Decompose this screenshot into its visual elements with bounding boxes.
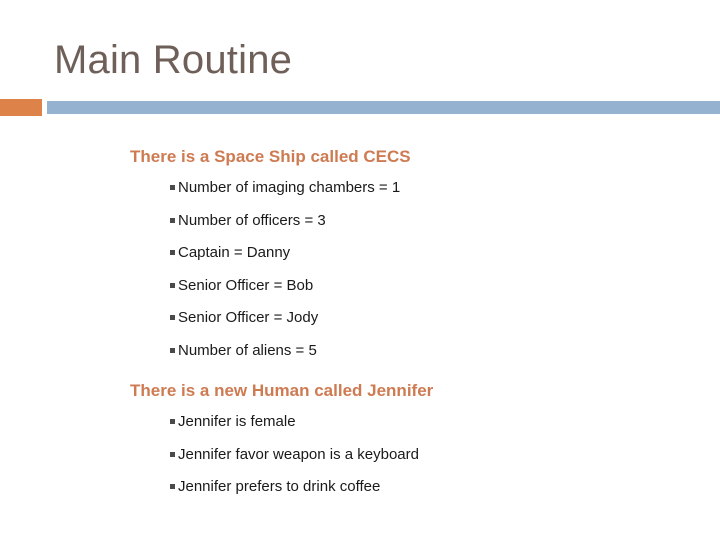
list-item: Senior Officer = Jody [0,302,720,335]
page-title: Main Routine [54,38,293,82]
square-bullet-icon [170,270,177,303]
title-divider-bar [47,101,720,114]
square-bullet-icon [170,335,177,368]
square-bullet-icon [170,406,177,439]
square-bullet-icon [170,302,177,335]
content-group-spaceship: There is a Space Ship called CECS Number… [0,142,720,367]
title-accent-bar [0,99,42,116]
square-bullet-icon [170,237,177,270]
slide: Main Routine There is a Space Ship calle… [0,0,720,540]
square-bullet-icon [170,205,177,238]
list-item-label: Jennifer favor weapon is a keyboard [178,445,419,463]
list-item-label: Captain = Danny [178,244,291,261]
square-bullet-icon [170,471,177,504]
list-item-label: Jennifer prefers to drink coffee [178,478,381,495]
list-item-label: Number of officers = 3 [178,211,326,229]
square-bullet-icon [170,439,177,472]
slide-body: There is a Space Ship called CECS Number… [0,142,720,504]
list-item: Number of aliens = 5 [0,335,720,368]
list-item: Senior Officer = Bob [0,270,720,303]
list-item-label: Senior Officer = Bob [178,276,314,294]
list-item: Number of imaging chambers = 1 [0,172,720,205]
list-item: Jennifer favor weapon is a keyboard [0,439,720,472]
list-item-label: Senior Officer = Jody [178,309,319,326]
list-item-label: Number of imaging chambers = 1 [178,179,401,196]
list-item: Captain = Danny [0,237,720,270]
group-heading: There is a Space Ship called CECS [130,147,411,166]
list-item-label: Number of aliens = 5 [178,341,317,359]
group-heading: There is a new Human called Jennifer [130,381,434,400]
bullet-list: Number of imaging chambers = 1 Number of… [0,172,720,367]
list-item: Jennifer prefers to drink coffee [0,471,720,504]
list-item: Number of officers = 3 [0,205,720,238]
square-bullet-icon [170,172,177,205]
list-item: Jennifer is female [0,406,720,439]
content-group-jennifer: There is a new Human called Jennifer Jen… [0,376,720,504]
bullet-list: Jennifer is female Jennifer favor weapon… [0,406,720,504]
list-item-label: Jennifer is female [178,413,296,430]
